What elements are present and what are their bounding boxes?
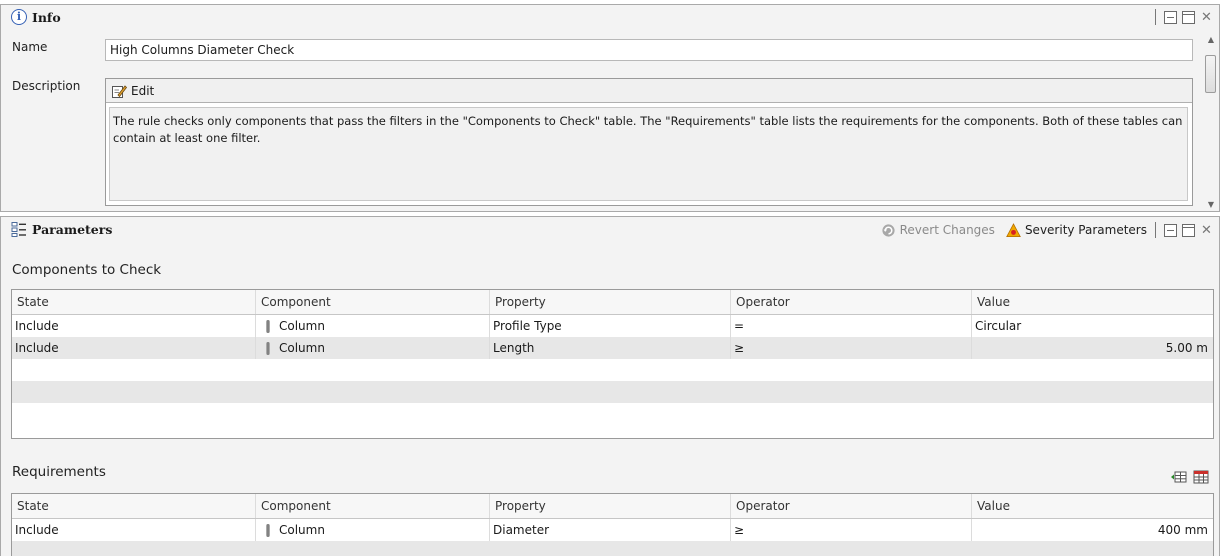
maximize-icon[interactable] bbox=[1182, 10, 1195, 24]
column-header-operator[interactable]: Operator bbox=[731, 290, 972, 314]
revert-changes-label: Revert Changes bbox=[899, 223, 995, 237]
parameters-toolbar: Revert Changes Severity Parameters ✕ bbox=[881, 222, 1213, 238]
state-cell[interactable]: Include bbox=[12, 519, 256, 541]
info-scrollbar[interactable]: ▲ ▼ bbox=[1203, 35, 1219, 209]
component-cell[interactable]: Column bbox=[256, 519, 490, 541]
table-header-row: State Component Property Operator Value bbox=[12, 494, 1213, 519]
edit-button[interactable]: Edit bbox=[106, 79, 1192, 103]
revert-changes-button[interactable]: Revert Changes bbox=[881, 223, 995, 238]
info-panel-header: i Info bbox=[1, 5, 1219, 29]
column-header-operator[interactable]: Operator bbox=[731, 494, 972, 518]
close-icon[interactable]: ✕ bbox=[1200, 11, 1213, 24]
info-icon: i bbox=[11, 9, 27, 25]
info-panel-title: Info bbox=[32, 9, 61, 25]
info-panel: i Info ✕ Name High Columns Diameter Chec… bbox=[0, 4, 1220, 212]
severity-warning-icon bbox=[1006, 222, 1021, 237]
divider bbox=[1155, 222, 1156, 238]
parameters-panel: Parameters Revert Changes Severity Param… bbox=[0, 216, 1220, 556]
table-settings-icon[interactable] bbox=[1193, 470, 1209, 484]
column-header-value[interactable]: Value bbox=[972, 290, 1213, 314]
value-cell[interactable]: Circular bbox=[972, 315, 1213, 337]
column-header-value[interactable]: Value bbox=[972, 494, 1213, 518]
operator-cell[interactable]: ≥ bbox=[731, 519, 972, 541]
state-cell[interactable]: Include bbox=[12, 337, 256, 359]
revert-icon bbox=[882, 223, 895, 237]
description-label: Description bbox=[12, 79, 81, 93]
empty-row bbox=[12, 381, 1213, 403]
scroll-down-arrow-icon[interactable]: ▼ bbox=[1203, 200, 1219, 209]
component-label: Column bbox=[279, 523, 325, 537]
minimize-icon[interactable] bbox=[1164, 10, 1177, 24]
components-to-check-table: State Component Property Operator Value … bbox=[11, 289, 1214, 439]
components-to-check-label: Components to Check bbox=[12, 262, 162, 278]
close-icon[interactable]: ✕ bbox=[1200, 224, 1213, 237]
add-row-icon[interactable] bbox=[1171, 470, 1187, 484]
empty-row bbox=[12, 359, 1213, 381]
requirements-table: State Component Property Operator Value … bbox=[11, 493, 1214, 556]
scrollbar-thumb[interactable] bbox=[1205, 55, 1216, 93]
column-icon bbox=[266, 523, 270, 537]
divider bbox=[1155, 9, 1156, 25]
empty-row bbox=[12, 541, 1213, 556]
empty-row bbox=[12, 403, 1213, 425]
minimize-icon[interactable] bbox=[1164, 223, 1177, 237]
value-cell[interactable]: 400 mm bbox=[972, 519, 1213, 541]
state-cell[interactable]: Include bbox=[12, 315, 256, 337]
scroll-up-arrow-icon[interactable]: ▲ bbox=[1203, 35, 1219, 44]
table-header-row: State Component Property Operator Value bbox=[12, 290, 1213, 315]
component-cell[interactable]: Column bbox=[256, 337, 490, 359]
component-label: Column bbox=[279, 319, 325, 333]
severity-parameters-button[interactable]: Severity Parameters bbox=[1006, 222, 1147, 238]
parameters-panel-title: Parameters bbox=[32, 221, 113, 237]
name-field[interactable]: High Columns Diameter Check bbox=[105, 39, 1193, 61]
table-row[interactable]: Include Column Length ≥ 5.00 m bbox=[12, 337, 1213, 359]
column-header-property[interactable]: Property bbox=[490, 290, 731, 314]
operator-cell[interactable]: ≥ bbox=[731, 337, 972, 359]
edit-label: Edit bbox=[131, 83, 155, 98]
property-cell[interactable]: Profile Type bbox=[490, 315, 731, 337]
table-row[interactable]: Include Column Profile Type = Circular bbox=[12, 315, 1213, 337]
column-header-state[interactable]: State bbox=[12, 290, 256, 314]
operator-cell[interactable]: = bbox=[731, 315, 972, 337]
severity-parameters-label: Severity Parameters bbox=[1024, 223, 1147, 237]
maximize-icon[interactable] bbox=[1182, 223, 1195, 237]
edit-icon bbox=[112, 84, 127, 98]
name-label: Name bbox=[12, 40, 48, 54]
component-cell[interactable]: Column bbox=[256, 315, 490, 337]
property-cell[interactable]: Length bbox=[490, 337, 731, 359]
column-header-component[interactable]: Component bbox=[256, 290, 490, 314]
requirements-label: Requirements bbox=[12, 464, 106, 480]
property-cell[interactable]: Diameter bbox=[490, 519, 731, 541]
column-header-property[interactable]: Property bbox=[490, 494, 731, 518]
requirements-table-tools bbox=[1171, 470, 1209, 484]
value-cell[interactable]: 5.00 m bbox=[972, 337, 1213, 359]
column-header-state[interactable]: State bbox=[12, 494, 256, 518]
description-box: Edit The rule checks only components tha… bbox=[105, 78, 1193, 206]
table-row[interactable]: Include Column Diameter ≥ 400 mm bbox=[12, 519, 1213, 541]
component-label: Column bbox=[279, 341, 325, 355]
description-text[interactable]: The rule checks only components that pas… bbox=[109, 107, 1188, 201]
column-header-component[interactable]: Component bbox=[256, 494, 490, 518]
column-icon bbox=[266, 319, 270, 333]
column-icon bbox=[266, 341, 270, 355]
parameters-icon bbox=[11, 222, 26, 237]
info-window-controls: ✕ bbox=[1152, 9, 1213, 25]
